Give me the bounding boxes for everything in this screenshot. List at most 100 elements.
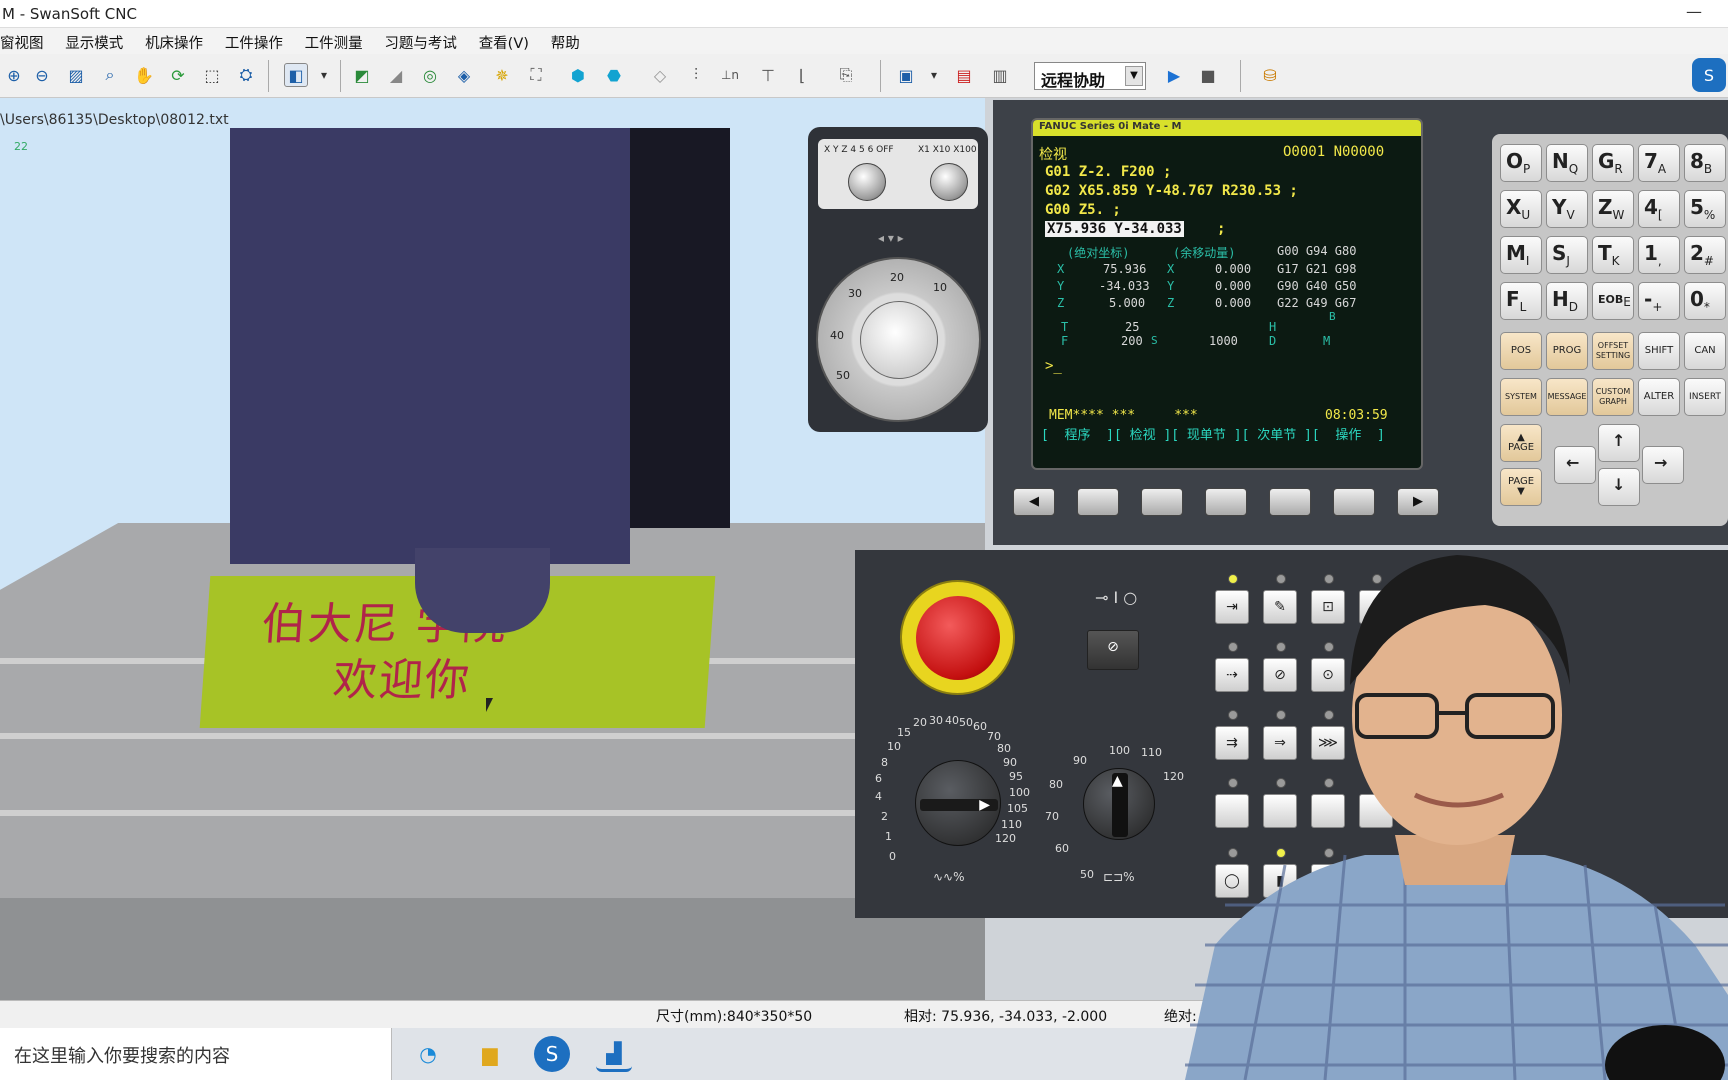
- handwheel-dial[interactable]: 20 10 30 40 50: [816, 257, 981, 422]
- display-icon[interactable]: ◈: [452, 63, 476, 87]
- key-g[interactable]: GR: [1592, 144, 1634, 182]
- exam-icon[interactable]: ⛁: [1258, 63, 1282, 87]
- select-box-icon[interactable]: ⬚: [200, 63, 224, 87]
- softkey-right-arrow[interactable]: ▶: [1397, 488, 1439, 516]
- key-cursor-up[interactable]: ↑: [1598, 424, 1640, 462]
- key-shift[interactable]: SHIFT: [1638, 332, 1680, 370]
- key-page-down[interactable]: PAGE ▼: [1500, 468, 1542, 506]
- cube-icon[interactable]: ⬢: [566, 63, 590, 87]
- tool-measure-icon[interactable]: ⌊: [790, 63, 814, 87]
- feed-override-dial[interactable]: ▶: [915, 760, 1001, 846]
- taskbar-search[interactable]: 在这里输入你要搜索的内容: [0, 1028, 392, 1080]
- screen-icon[interactable]: ▣: [894, 63, 918, 87]
- key-offset-setting[interactable]: OFFSET SETTING: [1592, 332, 1634, 370]
- transparent-icon[interactable]: ◇: [648, 63, 672, 87]
- key-cursor-down[interactable]: ↓: [1598, 468, 1640, 506]
- tool-holder-icon[interactable]: ⊤: [756, 63, 780, 87]
- key-h[interactable]: HD: [1546, 282, 1588, 320]
- key-message[interactable]: MESSAGE: [1546, 378, 1588, 416]
- spindle-override-dial[interactable]: ▲: [1083, 768, 1155, 840]
- stop-icon[interactable]: ■: [1196, 63, 1220, 87]
- key-eob[interactable]: EOBE: [1592, 282, 1634, 320]
- rotate-icon[interactable]: ⟳: [166, 63, 190, 87]
- key-pos[interactable]: POS: [1500, 332, 1542, 370]
- play-icon[interactable]: ▶: [1162, 63, 1186, 87]
- key-cursor-left[interactable]: ←: [1554, 446, 1596, 484]
- tool-length-icon[interactable]: ⊥n: [718, 63, 742, 87]
- key-o[interactable]: OP: [1500, 144, 1542, 182]
- key-prog[interactable]: PROG: [1546, 332, 1588, 370]
- key-system[interactable]: SYSTEM: [1500, 378, 1542, 416]
- key-f[interactable]: FL: [1500, 282, 1542, 320]
- key-2[interactable]: 2#: [1684, 236, 1726, 274]
- search-input[interactable]: 在这里输入你要搜索的内容: [14, 1046, 230, 1067]
- zoom-fit-icon[interactable]: ⌕: [98, 63, 122, 87]
- key-y[interactable]: YV: [1546, 190, 1588, 228]
- fixture-icon[interactable]: ⛶: [524, 63, 548, 87]
- key-minus[interactable]: -+: [1638, 282, 1680, 320]
- view-cube-icon[interactable]: ◧: [284, 63, 308, 87]
- menu-item-help[interactable]: 帮助: [551, 28, 580, 53]
- input-prompt[interactable]: >_: [1045, 358, 1062, 374]
- key-cursor-right[interactable]: →: [1642, 446, 1684, 484]
- key-custom-graph[interactable]: CUSTOM GRAPH: [1592, 378, 1634, 416]
- swansoft-app-icon[interactable]: S: [534, 1036, 570, 1072]
- remote-assist-select[interactable]: 远程协助 ▼: [1034, 62, 1146, 90]
- cnc-window-icon[interactable]: ▟: [596, 1036, 632, 1072]
- zoom-out-icon[interactable]: ⊖: [30, 63, 54, 87]
- save-icon[interactable]: ▤: [952, 63, 976, 87]
- clipboard-icon[interactable]: ⎘: [834, 63, 858, 87]
- softkey-2[interactable]: [1141, 488, 1183, 516]
- shade-icon[interactable]: ◢: [384, 63, 408, 87]
- key-insert[interactable]: INSERT: [1684, 378, 1726, 416]
- key-n[interactable]: NQ: [1546, 144, 1588, 182]
- key-page-up[interactable]: ▲ PAGE: [1500, 424, 1542, 462]
- file-explorer-icon[interactable]: ▆: [472, 1036, 508, 1072]
- key-5[interactable]: 5%: [1684, 190, 1726, 228]
- softkey-3[interactable]: [1205, 488, 1247, 516]
- key-x[interactable]: XU: [1500, 190, 1542, 228]
- zoom-in-icon[interactable]: ⊕: [2, 63, 26, 87]
- key-s[interactable]: SJ: [1546, 236, 1588, 274]
- tool-icon[interactable]: ⛭: [234, 63, 258, 87]
- cube-solid-icon[interactable]: ⬣: [602, 63, 626, 87]
- key-z[interactable]: ZW: [1592, 190, 1634, 228]
- edge-browser-icon[interactable]: ◔: [410, 1036, 446, 1072]
- minimize-icon[interactable]: —: [1686, 2, 1702, 21]
- abs-y-value: -34.033: [1099, 279, 1150, 293]
- chevron-down-icon[interactable]: ▼: [1125, 66, 1143, 86]
- key-t[interactable]: TK: [1592, 236, 1634, 274]
- menu-item-display[interactable]: 显示模式: [65, 28, 123, 53]
- menu-item-exam[interactable]: 习题与考试: [384, 28, 457, 53]
- step-select-knob[interactable]: [930, 163, 968, 201]
- softkey-left-arrow[interactable]: ◀: [1013, 488, 1055, 516]
- key-0[interactable]: 0*: [1684, 282, 1726, 320]
- softkey-1[interactable]: [1077, 488, 1119, 516]
- save-as-icon[interactable]: ▥: [988, 63, 1012, 87]
- menu-item-workpiece[interactable]: 工件操作: [225, 28, 283, 53]
- menu-item-measure[interactable]: 工件测量: [305, 28, 363, 53]
- star-icon[interactable]: ✵: [490, 63, 514, 87]
- key-8[interactable]: 8B: [1684, 144, 1726, 182]
- coolant-icon[interactable]: ◎: [418, 63, 442, 87]
- program-lock-switch[interactable]: ⊘: [1087, 630, 1139, 670]
- emergency-stop-button[interactable]: [900, 580, 1015, 695]
- key-can[interactable]: CAN: [1684, 332, 1726, 370]
- key-1[interactable]: 1,: [1638, 236, 1680, 274]
- softkey-4[interactable]: [1269, 488, 1311, 516]
- workpiece-icon[interactable]: ◩: [350, 63, 374, 87]
- softkey-5[interactable]: [1333, 488, 1375, 516]
- zoom-window-icon[interactable]: ▨: [64, 63, 88, 87]
- screen-dropdown-icon[interactable]: ▾: [922, 63, 946, 87]
- axis-select-knob[interactable]: [848, 163, 886, 201]
- menu-item-machine[interactable]: 机床操作: [145, 28, 203, 53]
- key-4[interactable]: 4[: [1638, 190, 1680, 228]
- key-7[interactable]: 7A: [1638, 144, 1680, 182]
- key-alter[interactable]: ALTER: [1638, 378, 1680, 416]
- tool-table-icon[interactable]: ⫶: [684, 63, 708, 87]
- menu-item-view[interactable]: 窗视图: [0, 28, 44, 53]
- view-dropdown-icon[interactable]: ▾: [312, 63, 336, 87]
- menu-item-look[interactable]: 查看(V): [479, 28, 529, 53]
- pan-icon[interactable]: ✋: [132, 63, 156, 87]
- key-m[interactable]: MI: [1500, 236, 1542, 274]
